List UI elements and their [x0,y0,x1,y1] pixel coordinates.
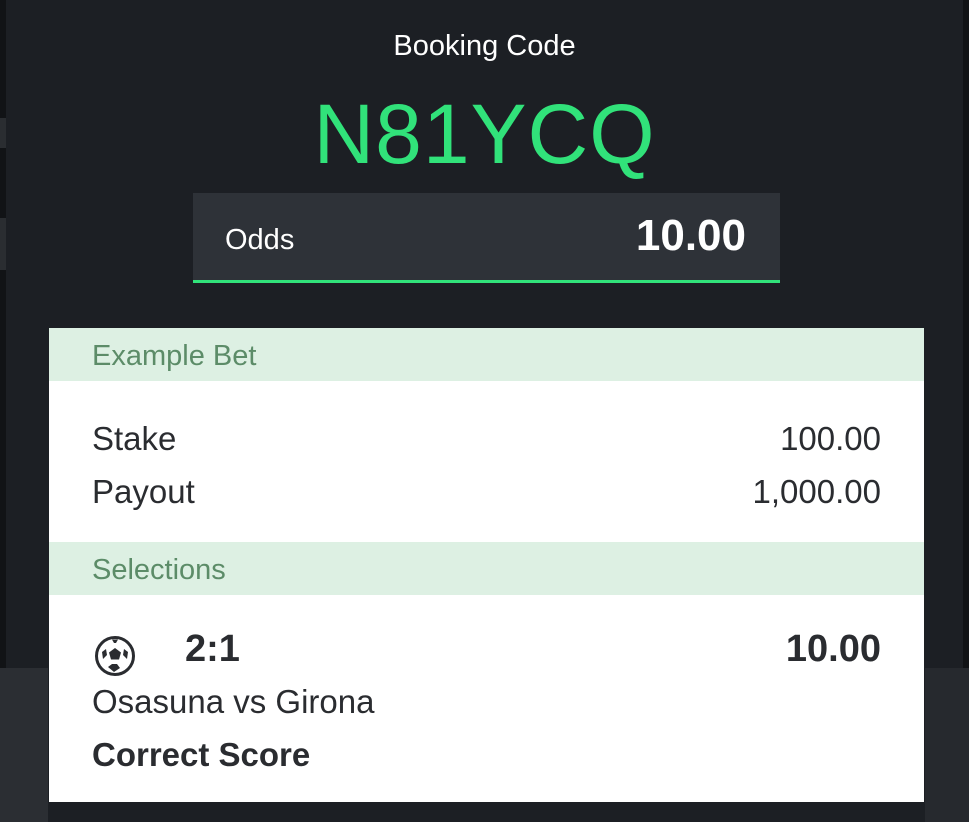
booking-code[interactable]: N81YCQ [0,86,969,183]
selections-title: Selections [92,554,226,586]
payout-value: 1,000.00 [752,473,881,510]
stake-label: Stake [92,420,177,457]
selection-market: Correct Score [92,736,311,773]
booking-code-label: Booking Code [393,30,576,62]
bet-details-card: Example Bet Stake 100.00 Payout 1,000.00… [49,328,924,802]
selection-pick: 2:1 [185,628,240,670]
odds-label: Odds [225,224,295,256]
background-strip-left [0,668,48,822]
soccer-ball-icon [94,635,136,677]
example-bet-title: Example Bet [92,340,257,372]
odds-value: 10.00 [635,211,746,260]
selection-odds: 10.00 [785,628,881,670]
selections-header: Selections [49,542,924,595]
stake-value: 100.00 [780,420,881,457]
total-odds-box: Odds 10.00 [193,193,780,283]
example-bet-header: Example Bet [49,328,924,381]
payout-label: Payout [92,473,195,510]
background-strip-right [925,668,969,822]
selection-match: Osasuna vs Girona [92,683,375,720]
